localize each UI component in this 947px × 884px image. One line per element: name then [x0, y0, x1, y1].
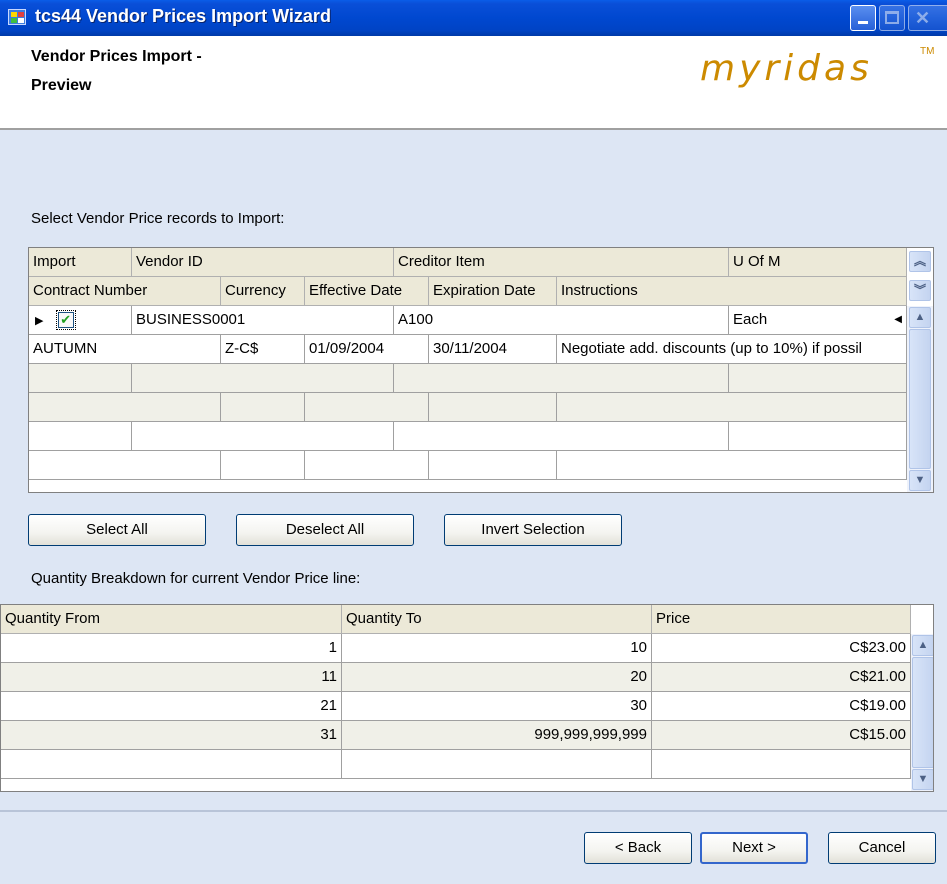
empty-cell: [132, 422, 394, 451]
empty-cell: [132, 364, 394, 393]
instructions-cell[interactable]: Negotiate add. discounts (up to 10%) if …: [557, 335, 907, 364]
price-cell[interactable]: C$15.00: [652, 721, 911, 750]
app-icon: [8, 9, 26, 25]
col-header-quantity-from[interactable]: Quantity From: [1, 605, 342, 634]
col-header-quantity-to[interactable]: Quantity To: [342, 605, 652, 634]
import-cell[interactable]: ▶ ✔: [29, 306, 132, 335]
empty-cell: [1, 750, 342, 779]
quantity-to-cell[interactable]: 999,999,999,999: [342, 721, 652, 750]
records-label: Select Vendor Price records to Import:: [31, 210, 285, 227]
scroll-thumb[interactable]: [912, 657, 933, 768]
col-header-instructions[interactable]: Instructions: [557, 277, 907, 306]
deselect-all-button[interactable]: Deselect All: [236, 514, 414, 546]
empty-cell: [29, 422, 132, 451]
quantity-from-cell[interactable]: 21: [1, 692, 342, 721]
expand-rows-button[interactable]: ︾: [909, 280, 931, 301]
scroll-up-button[interactable]: ▲: [912, 635, 933, 656]
chevron-down-icon: ▼: [914, 474, 926, 486]
empty-cell: [29, 364, 132, 393]
quantity-from-cell[interactable]: 1: [1, 634, 342, 663]
quantity-label: Quantity Breakdown for current Vendor Pr…: [31, 570, 361, 587]
empty-cell: [557, 451, 907, 480]
empty-cell: [394, 422, 729, 451]
scroll-down-button[interactable]: ▼: [912, 769, 933, 790]
creditor-item-cell[interactable]: A100: [394, 306, 729, 335]
chevron-up-icon: ▲: [917, 639, 929, 651]
next-button[interactable]: Next >: [700, 832, 808, 864]
page-title: Vendor Prices Import - Preview: [31, 42, 331, 100]
double-chevron-down-icon: ︾: [913, 283, 926, 297]
empty-cell: [557, 393, 907, 422]
cancel-button[interactable]: Cancel: [828, 832, 936, 864]
import-checkbox[interactable]: ✔: [55, 310, 76, 331]
empty-cell: [221, 393, 305, 422]
double-chevron-up-icon: ︽: [913, 254, 926, 268]
empty-cell: [342, 750, 652, 779]
cell-edit-caret-icon: ◀: [894, 314, 902, 325]
price-cell[interactable]: C$19.00: [652, 692, 911, 721]
uom-value: Each: [733, 311, 768, 328]
effective-date-cell[interactable]: 01/09/2004: [305, 335, 429, 364]
chevron-down-icon: ▼: [917, 773, 929, 785]
back-button[interactable]: < Back: [584, 832, 692, 864]
window-title: tcs44 Vendor Prices Import Wizard: [35, 6, 331, 26]
empty-cell: [29, 451, 221, 480]
col-header-uom[interactable]: U Of M: [729, 248, 907, 277]
col-header-creditor-item[interactable]: Creditor Item: [394, 248, 729, 277]
select-all-button[interactable]: Select All: [28, 514, 206, 546]
title-bar: tcs44 Vendor Prices Import Wizard ✕: [0, 0, 947, 36]
scroll-thumb[interactable]: [909, 329, 931, 469]
price-cell[interactable]: C$23.00: [652, 634, 911, 663]
empty-cell: [729, 422, 907, 451]
minimize-icon: [858, 21, 868, 24]
col-header-vendor-id[interactable]: Vendor ID: [132, 248, 394, 277]
page-title-line2: Preview: [31, 77, 92, 94]
empty-cell: [29, 393, 221, 422]
empty-cell: [394, 364, 729, 393]
contract-number-cell[interactable]: AUTUMN: [29, 335, 221, 364]
expiration-date-cell[interactable]: 30/11/2004: [429, 335, 557, 364]
vendor-id-cell[interactable]: BUSINESS0001: [132, 306, 394, 335]
records-scrollbar[interactable]: ▲ ▼: [907, 306, 933, 492]
uom-cell[interactable]: Each ◀: [729, 306, 907, 335]
col-header-import[interactable]: Import: [29, 248, 132, 277]
quantity-grid[interactable]: Quantity From Quantity To Price 1 10 C$2…: [0, 604, 934, 792]
current-row-icon: ▶: [35, 315, 44, 327]
col-header-currency[interactable]: Currency: [221, 277, 305, 306]
vendor-price-grid[interactable]: Import Vendor ID Creditor Item U Of M Co…: [28, 247, 934, 493]
col-header-expiration-date[interactable]: Expiration Date: [429, 277, 557, 306]
empty-cell: [221, 451, 305, 480]
maximize-icon: [885, 11, 899, 24]
close-button[interactable]: ✕: [908, 5, 947, 31]
empty-cell: [305, 451, 429, 480]
quantity-to-cell[interactable]: 10: [342, 634, 652, 663]
empty-cell: [729, 364, 907, 393]
empty-cell: [652, 750, 911, 779]
trademark-mark: TM: [920, 46, 935, 57]
col-header-price[interactable]: Price: [652, 605, 911, 634]
close-icon: ✕: [915, 8, 931, 28]
currency-cell[interactable]: Z-C$: [221, 335, 305, 364]
col-header-effective-date[interactable]: Effective Date: [305, 277, 429, 306]
maximize-button[interactable]: [879, 5, 905, 31]
price-cell[interactable]: C$21.00: [652, 663, 911, 692]
scroll-up-button[interactable]: ▲: [909, 307, 931, 328]
minimize-button[interactable]: [850, 5, 876, 31]
empty-cell: [305, 393, 429, 422]
page-title-line1: Vendor Prices Import -: [31, 48, 202, 65]
myridas-logo: myridas: [700, 48, 873, 89]
quantity-to-cell[interactable]: 30: [342, 692, 652, 721]
quantity-from-cell[interactable]: 11: [1, 663, 342, 692]
empty-cell: [429, 393, 557, 422]
collapse-rows-button[interactable]: ︽: [909, 251, 931, 272]
quantity-scrollbar[interactable]: ▲ ▼: [911, 634, 933, 791]
footer-divider: [0, 810, 947, 812]
quantity-from-cell[interactable]: 31: [1, 721, 342, 750]
col-header-contract-number[interactable]: Contract Number: [29, 277, 221, 306]
invert-selection-button[interactable]: Invert Selection: [444, 514, 622, 546]
scroll-down-button[interactable]: ▼: [909, 470, 931, 491]
chevron-up-icon: ▲: [914, 311, 926, 323]
empty-cell: [429, 451, 557, 480]
quantity-to-cell[interactable]: 20: [342, 663, 652, 692]
